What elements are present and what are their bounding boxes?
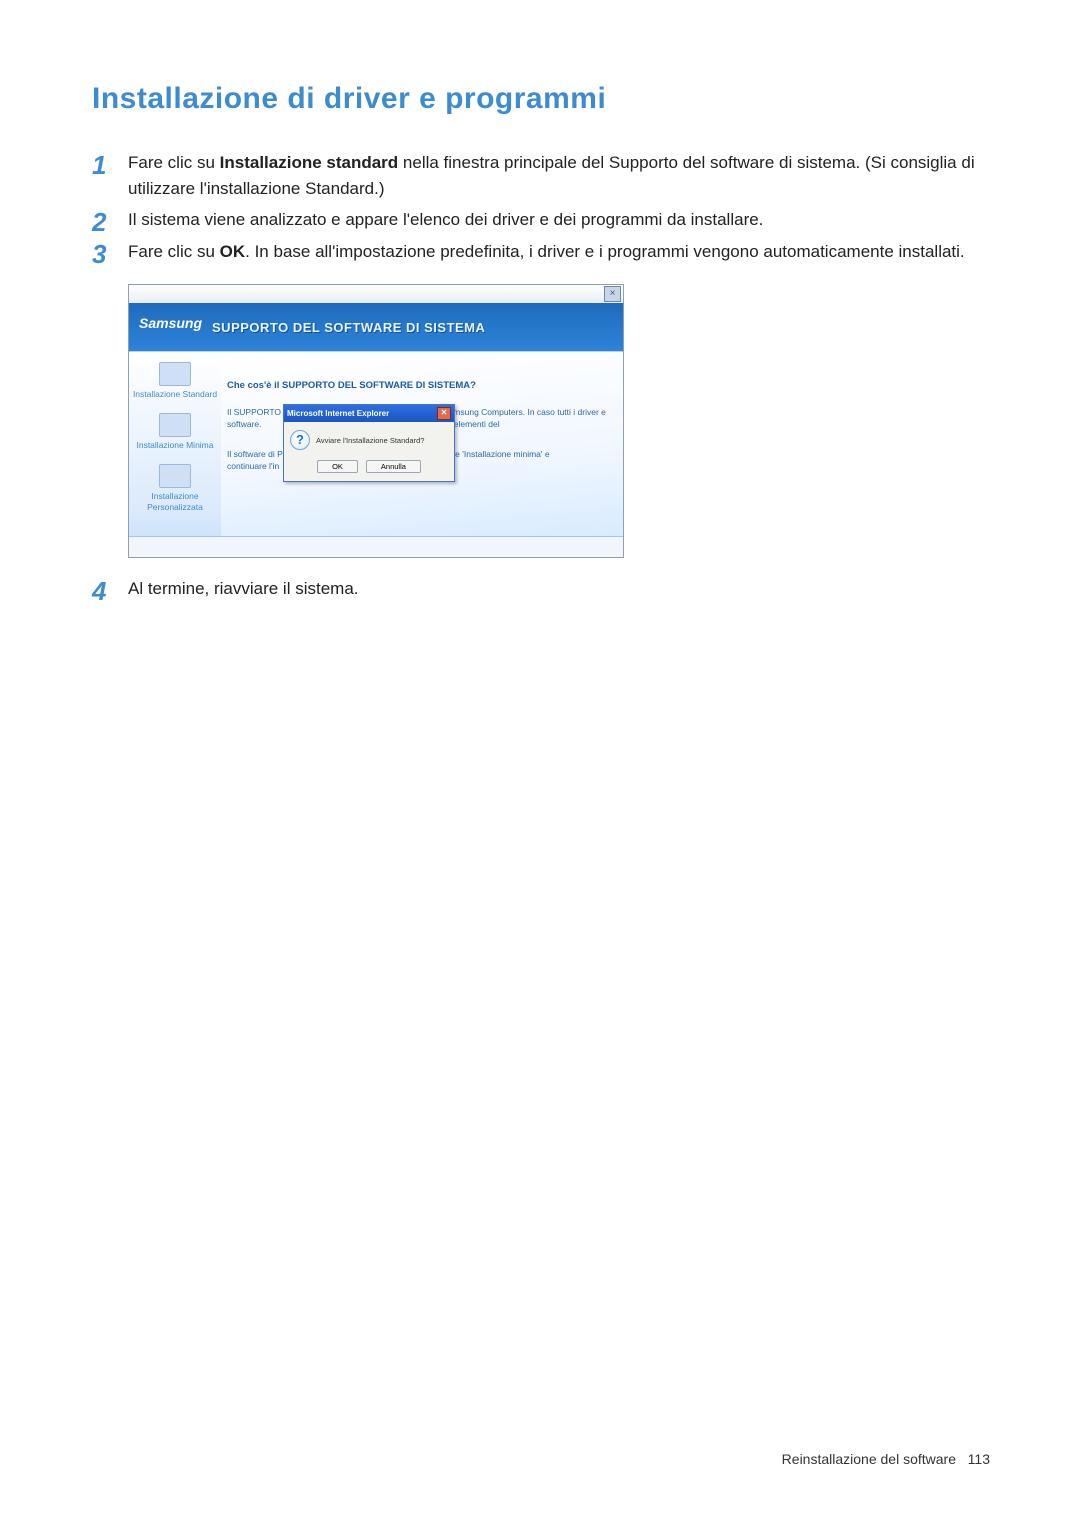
page-title: Installazione di driver e programmi	[92, 82, 990, 116]
dialog-message: Avviare l'Installazione Standard?	[316, 436, 424, 445]
dialog-buttons: OK Annulla	[284, 456, 454, 481]
confirm-dialog: Microsoft Internet Explorer ✕ ? Avviare …	[283, 404, 455, 482]
step-number: 3	[92, 235, 106, 274]
dialog-title: Microsoft Internet Explorer	[287, 409, 389, 418]
dialog-titlebar: Microsoft Internet Explorer ✕	[284, 405, 454, 422]
steps-list: 1 Fare clic su Installazione standard ne…	[92, 150, 990, 264]
illustration: × Samsung SUPPORTO DEL SOFTWARE DI SISTE…	[128, 284, 990, 558]
custom-install-icon	[159, 464, 191, 488]
banner-title: SUPPORTO DEL SOFTWARE DI SISTEMA	[212, 320, 485, 335]
step-4: 4 Al termine, riavviare il sistema.	[92, 576, 990, 602]
brand-label: Samsung	[139, 315, 202, 331]
question-icon: ?	[290, 430, 310, 450]
sidebar-item-minimal[interactable]: Installazione Minima	[131, 413, 219, 450]
step-3: 3 Fare clic su OK. In base all'impostazi…	[92, 239, 990, 265]
step-number: 1	[92, 146, 106, 185]
step-text: Al termine, riavviare il sistema.	[128, 579, 359, 598]
content-area: Installazione di driver e programmi 1 Fa…	[0, 0, 1080, 601]
step-number: 4	[92, 572, 106, 611]
step-text: Fare clic su OK. In base all'impostazion…	[128, 242, 965, 261]
sidebar-item-standard[interactable]: Installazione Standard	[131, 362, 219, 399]
sidebar-item-custom[interactable]: Installazione Personalizzata	[131, 464, 219, 511]
app-window: × Samsung SUPPORTO DEL SOFTWARE DI SISTE…	[128, 284, 624, 558]
standard-install-icon	[159, 362, 191, 386]
window-banner: Samsung SUPPORTO DEL SOFTWARE DI SISTEMA	[129, 303, 623, 351]
step-text: Fare clic su Installazione standard nell…	[128, 153, 975, 198]
body-text-right: Samsung Computers. In caso tutti i drive…	[443, 407, 609, 431]
cancel-button[interactable]: Annulla	[366, 460, 421, 473]
dialog-close-icon[interactable]: ✕	[437, 407, 451, 420]
minimal-install-icon	[159, 413, 191, 437]
step-1: 1 Fare clic su Installazione standard ne…	[92, 150, 990, 201]
page: Installazione di driver e programmi 1 Fa…	[0, 0, 1080, 1529]
footer-page: 113	[968, 1451, 990, 1467]
window-titlebar: ×	[129, 285, 623, 303]
footer-section: Reinstallazione del software	[782, 1451, 956, 1467]
question-heading: Che cos'è il SUPPORTO DEL SOFTWARE DI SI…	[227, 380, 609, 391]
page-footer: Reinstallazione del software 113	[782, 1451, 990, 1467]
steps-list-cont: 4 Al termine, riavviare il sistema.	[92, 576, 990, 602]
ok-button[interactable]: OK	[317, 460, 358, 473]
body-text-right2: pure 'Installazione minima' e	[443, 449, 609, 461]
sidebar: Installazione Standard Installazione Min…	[129, 352, 221, 536]
window-body: Installazione Standard Installazione Min…	[129, 351, 623, 536]
step-2: 2 Il sistema viene analizzato e appare l…	[92, 207, 990, 233]
dialog-body: ? Avviare l'Installazione Standard?	[284, 422, 454, 456]
main-pane: Che cos'è il SUPPORTO DEL SOFTWARE DI SI…	[221, 352, 623, 536]
close-icon[interactable]: ×	[604, 286, 621, 302]
step-text: Il sistema viene analizzato e appare l'e…	[128, 210, 763, 229]
window-footer-bar	[129, 536, 623, 557]
